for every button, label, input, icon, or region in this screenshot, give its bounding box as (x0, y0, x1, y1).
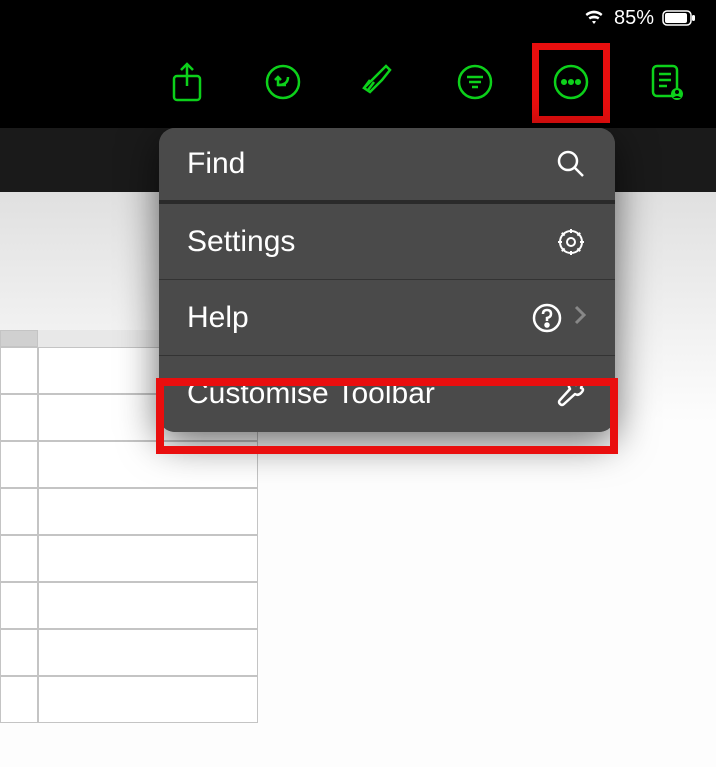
cell[interactable] (38, 676, 258, 723)
cell[interactable] (0, 394, 38, 441)
cell[interactable] (38, 629, 258, 676)
cell[interactable] (0, 629, 38, 676)
battery-percent: 85% (614, 7, 654, 30)
menu-item-find[interactable]: Find (159, 128, 615, 204)
column-header[interactable] (0, 330, 38, 347)
cell[interactable] (38, 582, 258, 629)
cell[interactable] (0, 441, 38, 488)
menu-item-settings[interactable]: Settings (159, 204, 615, 280)
cell[interactable] (38, 488, 258, 535)
cell[interactable] (0, 535, 38, 582)
undo-button[interactable] (264, 63, 302, 101)
menu-label: Find (187, 147, 245, 181)
wifi-icon (582, 7, 606, 30)
filter-button[interactable] (456, 63, 494, 101)
search-icon (555, 148, 587, 180)
highlight-more-button (532, 43, 610, 123)
menu-label: Help (187, 301, 249, 335)
battery-icon (662, 10, 696, 26)
collaborate-button[interactable] (648, 63, 686, 101)
cell[interactable] (0, 676, 38, 723)
cell[interactable] (0, 582, 38, 629)
cell[interactable] (38, 441, 258, 488)
wrench-icon (555, 378, 587, 410)
menu-label: Settings (187, 225, 295, 259)
format-brush-button[interactable] (360, 63, 398, 101)
more-dropdown-menu: Find Settings Help (159, 128, 615, 432)
share-button[interactable] (168, 63, 206, 101)
menu-label: Customise Toolbar (187, 377, 435, 411)
menu-item-customise-toolbar[interactable]: Customise Toolbar (159, 356, 615, 432)
cell[interactable] (0, 347, 38, 394)
cell[interactable] (38, 535, 258, 582)
toolbar (0, 36, 716, 128)
help-icon (531, 302, 587, 334)
cell[interactable] (0, 488, 38, 535)
gear-icon (555, 226, 587, 258)
status-bar: 85% (0, 0, 716, 36)
menu-item-help[interactable]: Help (159, 280, 615, 356)
chevron-right-icon (573, 304, 587, 331)
